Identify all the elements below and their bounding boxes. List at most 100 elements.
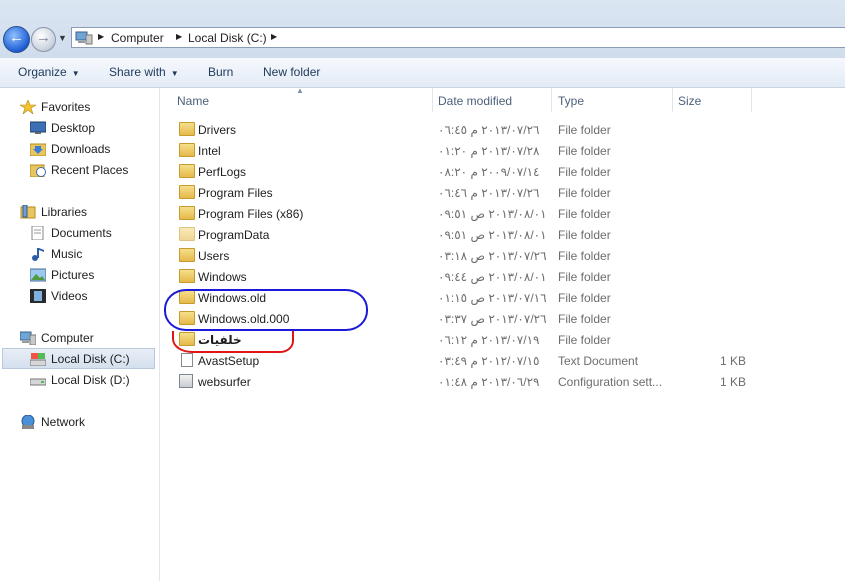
computer-icon bbox=[20, 331, 36, 345]
column-header-size[interactable]: Size bbox=[678, 94, 701, 118]
column-divider[interactable] bbox=[751, 88, 752, 112]
file-date: ٢٠١٣/٠٧/٢٦ ص ٠٣:١٨ bbox=[438, 249, 547, 263]
nav-label: Videos bbox=[51, 289, 88, 303]
file-type: Text Document bbox=[558, 354, 639, 368]
file-type: File folder bbox=[558, 165, 611, 179]
chevron-right-icon[interactable]: ▶ bbox=[176, 32, 182, 41]
file-date: ٢٠١٣/٠٦/٢٩ م ٠١:٤٨ bbox=[438, 375, 540, 389]
nav-label: Recent Places bbox=[51, 163, 129, 177]
downloads-folder-icon bbox=[30, 143, 46, 156]
column-header-date-modified[interactable]: Date modified bbox=[438, 94, 512, 118]
file-type: File folder bbox=[558, 144, 611, 158]
file-type: File folder bbox=[558, 312, 611, 326]
folder-icon bbox=[179, 143, 195, 157]
recent-pages-dropdown[interactable]: ▼ bbox=[58, 33, 67, 43]
system-drive-icon bbox=[30, 353, 46, 366]
documents-icon bbox=[31, 226, 44, 240]
forward-button[interactable]: → bbox=[31, 27, 56, 52]
network-icon bbox=[21, 415, 35, 429]
nav-label: Favorites bbox=[41, 100, 91, 114]
navigation-pane: Favorites Desktop Downloads Recent Place… bbox=[0, 88, 160, 581]
column-divider[interactable] bbox=[432, 88, 433, 112]
file-date: ٢٠١٣/٠٧/٢٨ م ٠١:٢٠ bbox=[438, 144, 540, 158]
new-folder-button[interactable]: New folder bbox=[263, 65, 320, 79]
share-with-label: Share with bbox=[109, 65, 166, 79]
file-row[interactable]: Drivers ٢٠١٣/٠٧/٢٦ م ٠٦:٤٥ File folder bbox=[170, 119, 760, 140]
nav-label: Network bbox=[41, 415, 86, 429]
file-date: ٢٠٠٩/٠٧/١٤ م ٠٨:٢٠ bbox=[438, 165, 540, 179]
text-document-icon bbox=[181, 353, 193, 367]
file-row[interactable]: Windows ٢٠١٣/٠٨/٠١ ص ٠٩:٤٤ File folder bbox=[170, 266, 760, 287]
folder-icon bbox=[179, 122, 195, 136]
breadcrumb-computer[interactable]: Computer bbox=[111, 31, 164, 45]
column-divider[interactable] bbox=[672, 88, 673, 112]
file-date: ٢٠١٣/٠٧/١٩ م ٠٦:١٢ bbox=[438, 333, 540, 347]
file-date: ٢٠١٣/٠٧/٢٦ ص ٠٣:٣٧ bbox=[438, 312, 547, 326]
film-strip-icon bbox=[30, 289, 46, 303]
file-row[interactable]: Users ٢٠١٣/٠٧/٢٦ ص ٠٣:١٨ File folder bbox=[170, 245, 760, 266]
burn-button[interactable]: Burn bbox=[208, 65, 233, 79]
file-type: File folder bbox=[558, 291, 611, 305]
column-divider[interactable] bbox=[551, 88, 552, 112]
file-row[interactable]: Intel ٢٠١٣/٠٧/٢٨ م ٠١:٢٠ File folder bbox=[170, 140, 760, 161]
title-bar: ← → ▼ ▶ Computer ▶ Local Disk (C:) ▶ bbox=[0, 0, 845, 58]
file-name: Program Files (x86) bbox=[198, 207, 304, 221]
chevron-right-icon[interactable]: ▶ bbox=[98, 32, 104, 41]
file-row[interactable]: websurfer ٢٠١٣/٠٦/٢٩ م ٠١:٤٨ Configurati… bbox=[170, 371, 760, 392]
file-name: Intel bbox=[198, 144, 221, 158]
folder-icon bbox=[179, 164, 195, 178]
pictures-icon bbox=[30, 268, 46, 282]
forward-arrow-icon: → bbox=[36, 29, 51, 46]
music-note-icon bbox=[32, 248, 44, 261]
file-type: File folder bbox=[558, 333, 611, 347]
red-underline-mark bbox=[172, 331, 294, 353]
file-name: websurfer bbox=[198, 375, 251, 389]
file-type: File folder bbox=[558, 207, 611, 221]
chevron-right-icon[interactable]: ▶ bbox=[271, 32, 277, 41]
config-file-icon bbox=[179, 374, 193, 388]
nav-label: Music bbox=[51, 247, 83, 261]
file-date: ٢٠١٣/٠٧/١٦ ص ٠١:١٥ bbox=[438, 291, 547, 305]
file-row[interactable]: Program Files ٢٠١٣/٠٧/٢٦ م ٠٦:٤٦ File fo… bbox=[170, 182, 760, 203]
file-type: File folder bbox=[558, 270, 611, 284]
libraries-icon bbox=[20, 205, 36, 219]
share-with-menu[interactable]: Share with ▼ bbox=[109, 65, 179, 79]
file-date: ٢٠١٣/٠٨/٠١ ص ٠٩:٥١ bbox=[438, 228, 547, 242]
star-icon bbox=[20, 100, 36, 114]
file-row[interactable]: ProgramData ٢٠١٣/٠٨/٠١ ص ٠٩:٥١ File fold… bbox=[170, 224, 760, 245]
file-name: ProgramData bbox=[198, 228, 270, 242]
chevron-down-icon: ▼ bbox=[170, 69, 179, 78]
folder-icon bbox=[179, 248, 195, 262]
file-size: 1 KB bbox=[720, 375, 747, 389]
folder-icon bbox=[179, 227, 195, 241]
file-date: ٢٠١٣/٠٧/٢٦ م ٠٦:٤٥ bbox=[438, 123, 540, 137]
file-date: ٢٠١٣/٠٧/٢٦ م ٠٦:٤٦ bbox=[438, 186, 540, 200]
address-bar[interactable]: ▶ Computer ▶ Local Disk (C:) ▶ bbox=[71, 27, 845, 48]
breadcrumb-local-disk-c[interactable]: Local Disk (C:) bbox=[188, 31, 267, 45]
nav-label: Local Disk (C:) bbox=[51, 352, 130, 366]
back-arrow-icon: ← bbox=[9, 29, 24, 46]
file-date: ٢٠١٢/٠٧/١٥ م ٠٣:٤٩ bbox=[438, 354, 540, 368]
column-header-name[interactable]: Name bbox=[177, 94, 209, 118]
organize-menu[interactable]: Organize ▼ bbox=[18, 65, 80, 79]
file-name: AvastSetup bbox=[198, 354, 260, 368]
file-type: File folder bbox=[558, 249, 611, 263]
chevron-down-icon: ▼ bbox=[71, 69, 80, 78]
column-header-type[interactable]: Type bbox=[558, 94, 584, 118]
file-name: Drivers bbox=[198, 123, 236, 137]
file-row[interactable]: PerfLogs ٢٠٠٩/٠٧/١٤ م ٠٨:٢٠ File folder bbox=[170, 161, 760, 182]
command-bar: Organize ▼ Share with ▼ Burn New folder bbox=[0, 58, 845, 88]
nav-label: Libraries bbox=[41, 205, 88, 219]
folder-icon bbox=[179, 206, 195, 220]
file-type: File folder bbox=[558, 186, 611, 200]
file-name: Windows bbox=[198, 270, 247, 284]
file-date: ٢٠١٣/٠٨/٠١ ص ٠٩:٤٤ bbox=[438, 270, 547, 284]
folder-icon bbox=[179, 269, 195, 283]
nav-label: Documents bbox=[51, 226, 112, 240]
folder-icon bbox=[179, 185, 195, 199]
blue-highlight-circle bbox=[164, 289, 368, 331]
back-button[interactable]: ← bbox=[3, 26, 30, 53]
file-row[interactable]: Program Files (x86) ٢٠١٣/٠٨/٠١ ص ٠٩:٥١ F… bbox=[170, 203, 760, 224]
computer-icon bbox=[75, 31, 93, 45]
file-row[interactable]: AvastSetup ٢٠١٢/٠٧/١٥ م ٠٣:٤٩ Text Docum… bbox=[170, 350, 760, 371]
